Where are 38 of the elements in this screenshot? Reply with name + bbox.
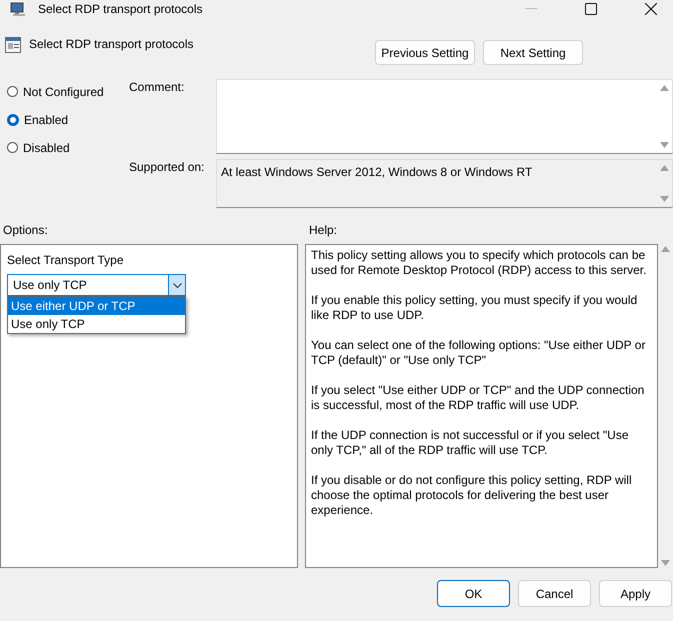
close-icon[interactable] [645,3,657,15]
radio-option[interactable]: Disabled [7,139,70,156]
dialog-button[interactable]: Cancel [518,580,591,607]
maximize-icon[interactable] [585,3,597,15]
scroll-down-icon[interactable] [660,142,669,148]
supported-text: At least Windows Server 2012, Windows 8 or Windows RT [221,165,532,179]
help-paragraph: If you disable or do not configure this policy setting, RDP will choose the optimal protocols for delivering the best user experience. [311,473,633,518]
supported-label: Supported on: [129,159,206,176]
nav-button[interactable]: Next Setting [483,40,583,65]
comment-field[interactable] [216,79,673,154]
setting-title: Select RDP transport protocols [29,37,194,51]
window-title: Select RDP transport protocols [38,2,203,16]
help-paragraph: This policy setting allows you to specify which protocols can be used for Remote Desktop Protocol (RDP) access to this server. [311,248,648,278]
options-label: Options: [3,223,49,239]
radio-option[interactable]: Enabled [7,111,68,128]
transport-type-label: Select Transport Type [7,253,124,267]
dialog-button[interactable]: OK [437,580,510,607]
dropdown-option[interactable]: Use only TCP [8,315,185,333]
scroll-up-icon[interactable] [660,85,669,91]
help-paragraph: If the UDP connection is not successful or if you select "Use only TCP," all of the RDP traffic will use TCP. [311,428,630,458]
computer-icon [10,2,26,16]
help-paragraph: If you select "Use either UDP or TCP" and the UDP connection is successful, most of the RDP traffic will use UDP. [311,383,646,413]
policy-icon [5,37,21,53]
scroll-down-icon[interactable] [660,196,669,202]
dialog-button[interactable]: Apply [599,580,672,607]
minimize-icon[interactable] [525,8,537,10]
scroll-down-icon[interactable] [661,560,670,566]
scroll-up-icon[interactable] [661,246,670,252]
help-paragraph: You can select one of the following options: "Use either UDP or TCP (default)" or "Use only TCP" [311,338,646,368]
help-label: Help: [309,223,338,239]
dropdown-option[interactable]: Use either UDP or TCP [8,297,185,315]
transport-dropdown[interactable]: Use only TCP [7,274,186,296]
help-paragraph: If you enable this policy setting, you must specify if you would like RDP to use UDP. [311,293,638,323]
nav-button[interactable]: Previous Setting [375,40,475,65]
comment-label: Comment: [129,79,186,96]
chevron-down-icon [172,282,182,288]
scroll-up-icon[interactable] [660,165,669,171]
radio-option[interactable]: Not Configured [7,83,104,100]
